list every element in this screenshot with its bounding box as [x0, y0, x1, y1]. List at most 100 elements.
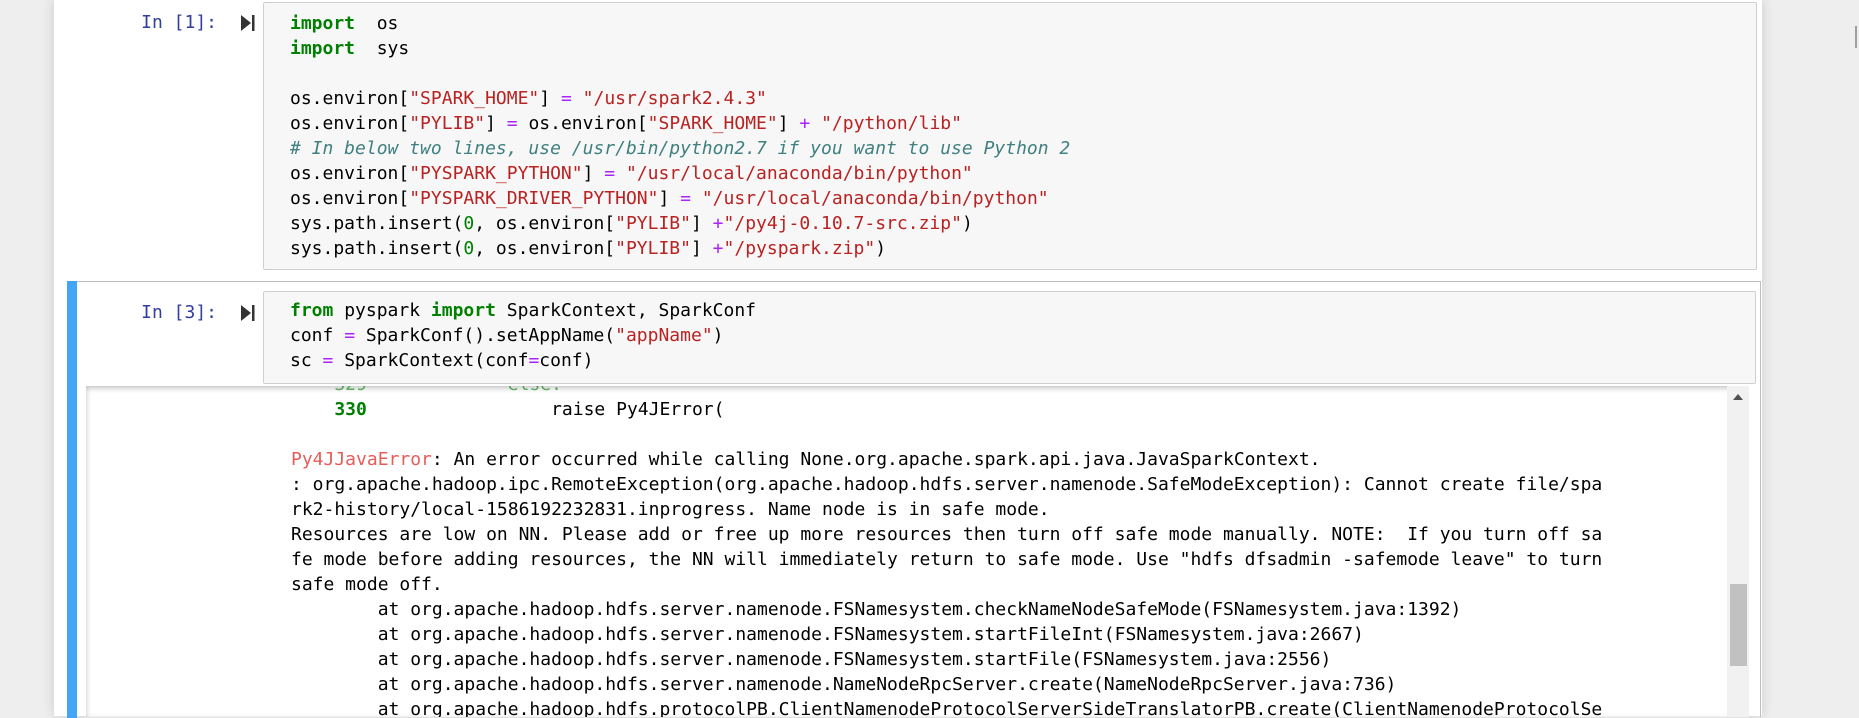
code-token: "appName"	[615, 325, 713, 346]
code-line: sc = SparkContext(conf=conf)	[290, 348, 756, 373]
code-line: # In below two lines, use /usr/bin/pytho…	[290, 136, 1070, 161]
code-token: , os.environ[	[474, 213, 616, 234]
scrollbar-thumb[interactable]	[1730, 584, 1747, 666]
code-line: os.environ["SPARK_HOME"] = "/usr/spark2.…	[290, 86, 1070, 111]
code-token: at org.apache.hadoop.hdfs.server.namenod…	[291, 624, 1364, 645]
output-scrollbar[interactable]	[1727, 386, 1749, 717]
code-token: SparkContext(conf	[333, 350, 529, 371]
code-token: "SPARK_HOME"	[409, 88, 540, 109]
code-line: os.environ["PYLIB"] = os.environ["SPARK_…	[290, 111, 1070, 136]
output-line: 330 raise Py4JError(	[291, 397, 1602, 422]
code-token: at org.apache.hadoop.hdfs.protocolPB.Cli…	[291, 699, 1603, 717]
run-cell-icon[interactable]	[241, 14, 255, 32]
code-input-area[interactable]: import os import sys os.environ["SPARK_HOM…	[263, 2, 1757, 270]
code-token: =	[680, 188, 691, 209]
code-token: , os.environ[	[474, 238, 616, 259]
code-line: sys.path.insert(0, os.environ["PYLIB"] +…	[290, 236, 1070, 261]
code-line: from pyspark import SparkContext, SparkC…	[290, 298, 756, 323]
code-token: "/usr/local/anaconda/bin/python"	[701, 188, 1049, 209]
code-token: "/pyspark.zip"	[723, 238, 876, 259]
code-token: =	[528, 350, 540, 371]
code-token: =	[344, 325, 356, 346]
code-line: conf = SparkConf().setAppName("appName")	[290, 323, 756, 348]
code-token: safe mode off.	[291, 574, 443, 595]
code-editor[interactable]: import os import sys os.environ["SPARK_HOM…	[290, 11, 1070, 261]
code-token: "/python/lib"	[821, 113, 962, 134]
code-token: os.environ[	[290, 163, 410, 184]
page-scrollbar-indicator[interactable]	[1855, 26, 1857, 48]
code-line: import os	[290, 11, 1070, 36]
output-line: Py4JJavaError: An error occurred while c…	[291, 447, 1602, 472]
code-token: "/usr/local/anaconda/bin/python"	[625, 163, 973, 184]
code-token: # In below two lines, use /usr/bin/pytho…	[290, 138, 1071, 159]
code-token: : org.apache.hadoop.ipc.RemoteException(…	[291, 474, 1603, 495]
notebook-container: In [1]: import os import sys os.environ["S…	[54, 0, 1762, 718]
output-line: Resources are low on NN. Please add or f…	[291, 522, 1602, 547]
code-token: ]	[690, 213, 713, 234]
code-cell-1[interactable]: In [1]: import os import sys os.environ["S…	[75, 0, 1759, 272]
code-token: import	[290, 13, 356, 34]
code-token: os.environ[	[290, 188, 410, 209]
output-line: at org.apache.hadoop.hdfs.server.namenod…	[291, 672, 1602, 697]
code-token: 0	[463, 238, 475, 259]
code-token: "SPARK_HOME"	[647, 113, 778, 134]
code-line: import sys	[290, 36, 1070, 61]
code-token: =	[604, 163, 616, 184]
code-token: at org.apache.hadoop.hdfs.server.namenod…	[291, 674, 1397, 695]
code-token: ]	[658, 188, 681, 209]
code-token: SparkConf().setAppName(	[355, 325, 616, 346]
output-line: safe mode off.	[291, 572, 1602, 597]
code-cell-2-selected[interactable]: In [3]: from pyspark import SparkContext…	[67, 281, 1761, 718]
code-token: "PYSPARK_DRIVER_PYTHON"	[409, 188, 659, 209]
code-token: 329 else:	[291, 386, 562, 395]
code-token: import	[290, 38, 356, 59]
code-token: ]	[485, 113, 507, 134]
code-token: ]	[777, 113, 800, 134]
code-token: sc	[290, 350, 323, 371]
code-token: sys	[355, 38, 410, 59]
code-editor[interactable]: from pyspark import SparkContext, SparkC…	[290, 298, 756, 373]
output-line: at org.apache.hadoop.hdfs.server.namenod…	[291, 647, 1602, 672]
code-token: "PYSPARK_PYTHON"	[409, 163, 583, 184]
scroll-up-arrow-icon[interactable]	[1733, 394, 1743, 400]
code-token: os.environ[	[517, 113, 648, 134]
code-token: =	[322, 350, 334, 371]
code-token: import	[430, 300, 496, 321]
code-token: at org.apache.hadoop.hdfs.server.namenod…	[291, 649, 1332, 670]
cell-prompt: In [1]:	[141, 12, 217, 33]
code-token: ]	[539, 88, 561, 109]
code-token: +	[799, 113, 811, 134]
code-token: Resources are low on NN. Please add or f…	[291, 524, 1603, 545]
code-token: sys.path.insert(	[290, 213, 464, 234]
code-token: SparkContext, SparkConf	[495, 300, 757, 321]
code-token: ]	[690, 238, 713, 259]
output-line: : org.apache.hadoop.ipc.RemoteException(…	[291, 472, 1602, 497]
code-line: os.environ["PYSPARK_PYTHON"] = "/usr/loc…	[290, 161, 1070, 186]
code-token: raise Py4JError(	[366, 399, 725, 420]
output-line: at org.apache.hadoop.hdfs.server.namenod…	[291, 622, 1602, 647]
code-token: fe mode before adding resources, the NN …	[291, 549, 1603, 570]
code-token: rk2-history/local-1586192232831.inprogre…	[291, 499, 1050, 520]
code-token: os.environ[	[290, 88, 410, 109]
code-token: sys.path.insert(	[290, 238, 464, 259]
code-token: )	[712, 325, 724, 346]
code-input-area[interactable]: from pyspark import SparkContext, SparkC…	[263, 291, 1756, 384]
code-token: from	[290, 300, 334, 321]
output-area[interactable]: 329 else: 330 raise Py4JError( Py4JJavaEr…	[86, 386, 1749, 717]
run-cell-icon[interactable]	[241, 304, 255, 322]
code-token: "PYLIB"	[409, 113, 486, 134]
error-traceback-output: 329 else: 330 raise Py4JError( Py4JJavaEr…	[291, 386, 1602, 717]
code-token: "/py4j-0.10.7-src.zip"	[723, 213, 962, 234]
code-token: Py4JJavaError	[291, 449, 432, 470]
code-token: )	[961, 213, 973, 234]
code-token: "/usr/spark2.4.3"	[582, 88, 767, 109]
cell-prompt: In [3]:	[141, 302, 217, 323]
code-token: conf)	[539, 350, 594, 371]
code-token: 0	[463, 213, 475, 234]
code-line: os.environ["PYSPARK_DRIVER_PYTHON"] = "/…	[290, 186, 1070, 211]
code-token: at org.apache.hadoop.hdfs.server.namenod…	[291, 599, 1462, 620]
